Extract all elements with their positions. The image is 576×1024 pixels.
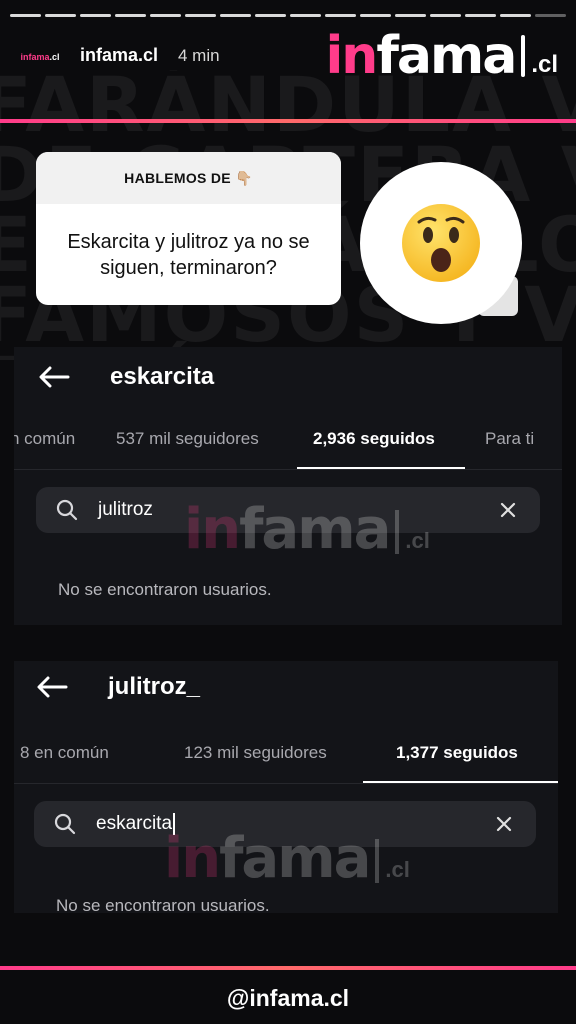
story-segment — [255, 14, 286, 17]
avatar-text-part2: .cl — [49, 52, 60, 62]
brand-logo-separator — [521, 35, 526, 77]
profile-header: julitroz_ — [34, 665, 200, 709]
footer-accent-divider — [0, 966, 576, 970]
tab-followers[interactable]: 123 mil seguidores — [184, 727, 327, 779]
tab-mutual[interactable]: n común — [14, 413, 75, 465]
close-icon[interactable] — [498, 500, 518, 520]
search-value: eskarcita — [96, 813, 173, 834]
search-icon — [56, 499, 78, 521]
search-input[interactable]: eskarcita — [34, 801, 536, 847]
story-segment — [115, 14, 146, 17]
watermark-suffix: .cl — [385, 857, 410, 882]
reaction-emoji-sticker[interactable] — [360, 162, 522, 324]
story-time: 4 min — [178, 46, 220, 65]
story-segment-current — [535, 14, 566, 17]
story-segment — [80, 14, 111, 17]
story-segment — [45, 14, 76, 17]
close-icon[interactable] — [494, 814, 514, 834]
question-sticker-text: Eskarcita y julitroz ya no se siguen, te… — [67, 230, 310, 279]
brand-logo-part1: in — [325, 26, 378, 86]
story-segment — [150, 14, 181, 17]
tab-mutual[interactable]: 8 en común — [20, 727, 109, 779]
tab-following[interactable]: 2,936 seguidos — [313, 413, 435, 465]
tabs-divider — [14, 469, 562, 470]
search-input[interactable]: julitroz — [36, 487, 540, 533]
story-segment — [325, 14, 356, 17]
tab-for-you[interactable]: Para ti — [485, 413, 534, 465]
empty-results-message: No se encontraron usuarios. — [58, 580, 272, 599]
profile-name: julitroz_ — [108, 673, 201, 700]
avatar[interactable]: infama .cl — [18, 42, 62, 72]
story-progress — [10, 14, 566, 17]
profile-tabs: 8 en común 123 mil seguidores 1,377 segu… — [14, 727, 558, 783]
tabs-divider — [14, 783, 558, 784]
search-value-wrap: eskarcita — [96, 812, 176, 835]
question-sticker-header: HABLEMOS DE 👇🏼 — [36, 152, 341, 204]
profile-name: eskarcita — [110, 363, 215, 390]
avatar-text-part1: infama — [20, 52, 50, 62]
brand-logo: in fama .cl — [325, 26, 558, 86]
brand-logo-part2: fama — [376, 26, 517, 86]
brand-logo-suffix: .cl — [531, 51, 558, 78]
back-arrow-icon[interactable] — [36, 365, 72, 389]
story-segment — [220, 14, 251, 17]
story-segment — [10, 14, 41, 17]
story-segment — [395, 14, 426, 17]
profile-tabs: n común 537 mil seguidores 2,936 seguido… — [14, 413, 562, 469]
footer-handle: @infama.cl — [226, 985, 350, 1011]
empty-results-message: No se encontraron usuarios. — [56, 896, 270, 913]
search-value: julitroz — [98, 499, 153, 520]
tab-following[interactable]: 1,377 seguidos — [396, 727, 518, 779]
story-segment — [290, 14, 321, 17]
accent-divider — [0, 119, 576, 123]
tab-followers[interactable]: 537 mil seguidores — [116, 413, 259, 465]
story-username[interactable]: infama.cl — [80, 45, 158, 66]
profile-header: eskarcita — [36, 355, 214, 399]
back-arrow-icon[interactable] — [34, 675, 70, 699]
story-header: infama .cl infama.cl 4 min in fama .cl — [0, 26, 576, 86]
story-segment — [185, 14, 216, 17]
profile-following-panel-2: julitroz_ 8 en común 123 mil seguidores … — [14, 661, 558, 913]
astonished-face-icon — [402, 204, 480, 282]
question-sticker[interactable]: HABLEMOS DE 👇🏼 Eskarcita y julitroz ya n… — [36, 152, 341, 305]
search-icon — [54, 813, 76, 835]
profile-following-panel-1: eskarcita n común 537 mil seguidores 2,9… — [14, 347, 562, 625]
story-segment — [465, 14, 496, 17]
story-segment — [430, 14, 461, 17]
text-caret — [173, 812, 176, 835]
story-segment — [360, 14, 391, 17]
story-segment — [500, 14, 531, 17]
